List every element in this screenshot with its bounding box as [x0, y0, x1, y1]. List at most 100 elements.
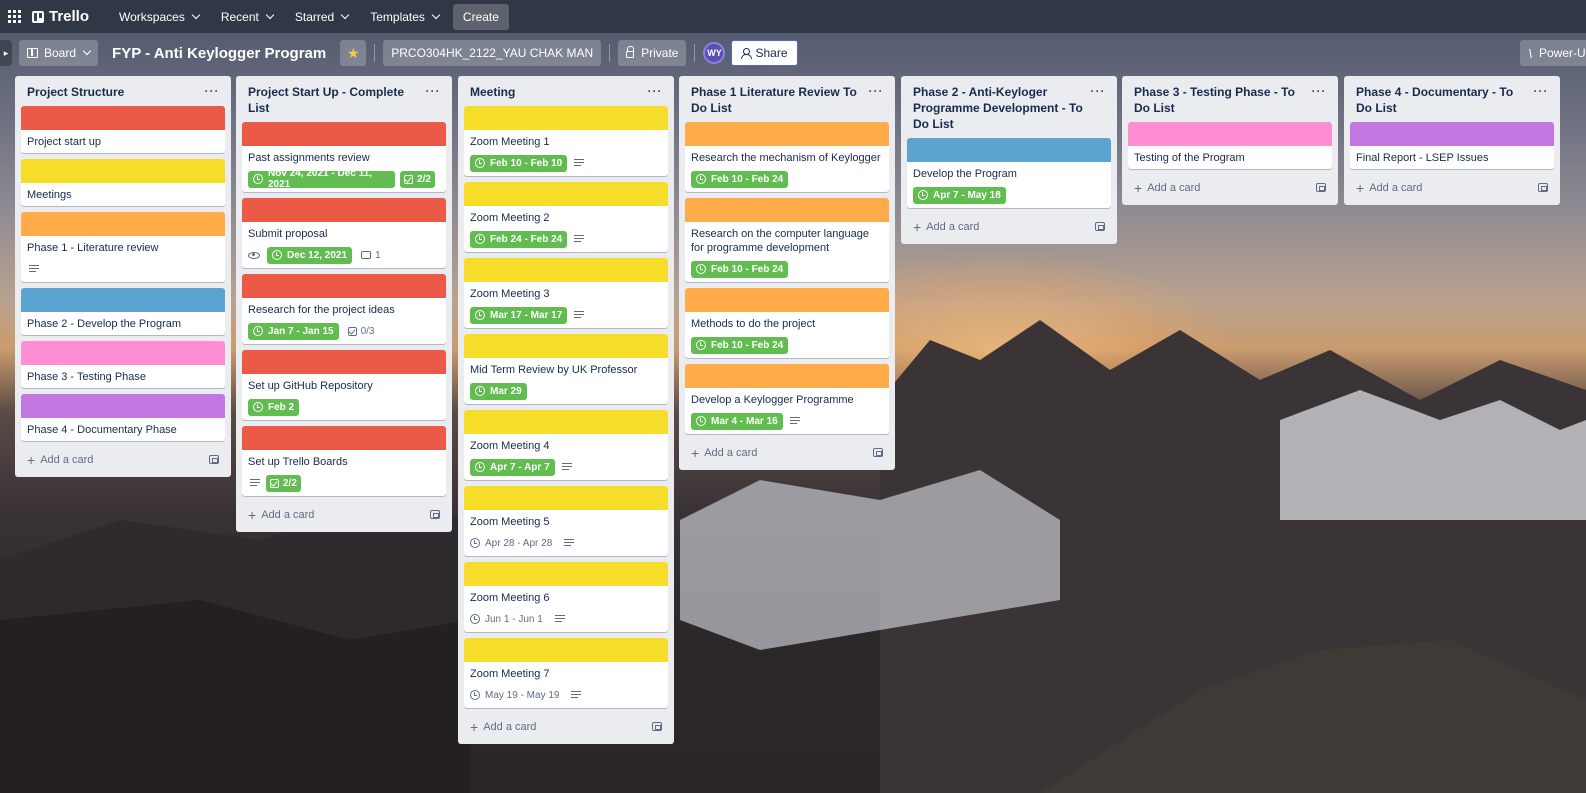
list-header[interactable]: Phase 2 - Anti-Keyloger Programme Develo… — [907, 76, 1111, 138]
starred-menu[interactable]: Starred — [287, 4, 356, 30]
list-menu-icon[interactable]: ··· — [1308, 82, 1330, 100]
card[interactable]: Research on the computer language for pr… — [685, 198, 889, 282]
card[interactable]: Meetings — [21, 159, 225, 206]
list-title[interactable]: Phase 3 - Testing Phase - To Do List — [1134, 84, 1306, 116]
sidebar-expand-button[interactable]: ▸ — [0, 40, 12, 66]
due-date-badge[interactable]: Feb 10 - Feb 24 — [691, 260, 789, 278]
card[interactable]: Zoom Meeting 1 Feb 10 - Feb 10 — [464, 106, 668, 176]
due-date-badge[interactable]: Jun 1 - Jun 1 — [470, 611, 548, 628]
share-button[interactable]: Share — [731, 40, 798, 66]
card-template-icon[interactable] — [1538, 183, 1548, 192]
card[interactable]: Zoom Meeting 5 Apr 28 - Apr 28 — [464, 486, 668, 556]
card[interactable]: Zoom Meeting 6 Jun 1 - Jun 1 — [464, 562, 668, 632]
add-card-button[interactable]: + Add a card — [464, 714, 668, 740]
list-menu-icon[interactable]: ··· — [201, 82, 223, 100]
due-date-badge[interactable]: Mar 17 - Mar 17 — [470, 306, 568, 324]
power-ups-button[interactable]: Power-Ups — [1520, 40, 1586, 66]
card[interactable]: Mid Term Review by UK Professor Mar 29 — [464, 334, 668, 404]
card-body: Develop the Program Apr 7 - May 18 — [907, 162, 1111, 208]
list-header[interactable]: Project Start Up - Complete List ··· — [242, 76, 446, 122]
due-date-badge[interactable]: Apr 7 - May 18 — [913, 186, 1006, 204]
star-board-button[interactable]: ★ — [340, 40, 367, 66]
card[interactable]: Zoom Meeting 3 Mar 17 - Mar 17 — [464, 258, 668, 328]
chevron-down-icon — [191, 10, 201, 19]
card-template-icon[interactable] — [873, 448, 883, 457]
list-title[interactable]: Phase 2 - Anti-Keyloger Programme Develo… — [913, 84, 1085, 132]
add-card-button[interactable]: + Add a card — [21, 447, 225, 473]
list-title[interactable]: Project Start Up - Complete List — [248, 84, 420, 116]
list-title[interactable]: Phase 1 Literature Review To Do List — [691, 84, 863, 116]
due-date-text: Feb 10 - Feb 24 — [711, 173, 784, 185]
card-template-icon[interactable] — [1095, 222, 1105, 231]
visibility-button[interactable]: Private — [618, 40, 687, 66]
workspaces-menu[interactable]: Workspaces — [111, 4, 207, 30]
card[interactable]: Zoom Meeting 2 Feb 24 - Feb 24 — [464, 182, 668, 252]
list-header[interactable]: Phase 4 - Documentary - To Do List ··· — [1350, 76, 1554, 122]
card[interactable]: Final Report - LSEP Issues — [1350, 122, 1554, 169]
due-date-badge[interactable]: Apr 28 - Apr 28 — [470, 535, 557, 552]
card[interactable]: Past assignments review Nov 24, 2021 - De… — [242, 122, 446, 192]
card-template-icon[interactable] — [430, 510, 440, 519]
due-date-badge[interactable]: Nov 24, 2021 - Dec 11, 2021 — [248, 168, 396, 190]
card[interactable]: Research the mechanism of Keylogger Feb 1… — [685, 122, 889, 192]
list-menu-icon[interactable]: ··· — [644, 82, 666, 100]
card[interactable]: Methods to do the project Feb 10 - Feb 24 — [685, 288, 889, 358]
due-date-badge[interactable]: Dec 12, 2021 — [267, 246, 353, 264]
card[interactable]: Submit proposal Dec 12, 2021 1 — [242, 198, 446, 268]
due-date-badge[interactable]: May 19 - May 19 — [470, 687, 564, 704]
app-switcher-icon[interactable] — [6, 9, 22, 25]
card-template-icon[interactable] — [1316, 183, 1326, 192]
add-card-button[interactable]: + Add a card — [242, 502, 446, 528]
due-date-badge[interactable]: Mar 29 — [470, 382, 527, 400]
due-date-badge[interactable]: Mar 4 - Mar 16 — [691, 412, 783, 430]
list-menu-icon[interactable]: ··· — [865, 82, 887, 100]
card[interactable]: Set up Trello Boards 2/2 — [242, 426, 446, 496]
list-menu-icon[interactable]: ··· — [1530, 82, 1552, 100]
card[interactable]: Develop the Program Apr 7 - May 18 — [907, 138, 1111, 208]
workspace-button[interactable]: PRCO304HK_2122_YAU CHAK MAN — [383, 40, 602, 66]
list-header[interactable]: Meeting ··· — [464, 76, 668, 106]
card[interactable]: Research for the project ideas Jan 7 - Ja… — [242, 274, 446, 344]
card-template-icon[interactable] — [652, 722, 662, 731]
list-header[interactable]: Phase 1 Literature Review To Do List ··· — [685, 76, 889, 122]
add-card-button[interactable]: + Add a card — [1128, 175, 1332, 201]
add-card-button[interactable]: + Add a card — [685, 440, 889, 466]
card[interactable]: Phase 4 - Documentary Phase — [21, 394, 225, 441]
trello-logo[interactable]: Trello — [32, 8, 89, 25]
card[interactable]: Project start up — [21, 106, 225, 153]
list-menu-icon[interactable]: ··· — [1087, 82, 1109, 100]
recent-menu[interactable]: Recent — [213, 4, 281, 30]
checklist-icon — [404, 174, 414, 184]
card[interactable]: Zoom Meeting 7 May 19 - May 19 — [464, 638, 668, 708]
member-avatar[interactable]: WY — [703, 42, 726, 64]
due-date-badge[interactable]: Apr 7 - Apr 7 — [470, 458, 555, 476]
card[interactable]: Testing of the Program — [1128, 122, 1332, 169]
due-date-badge[interactable]: Feb 10 - Feb 24 — [691, 170, 789, 188]
card-title: Testing of the Program — [1134, 152, 1245, 164]
card[interactable]: Develop a Keylogger Programme Mar 4 - Mar… — [685, 364, 889, 434]
due-date-badge[interactable]: Jan 7 - Jan 15 — [248, 322, 339, 340]
card[interactable]: Phase 3 - Testing Phase — [21, 341, 225, 388]
due-date-badge[interactable]: Feb 2 — [248, 398, 300, 416]
create-button[interactable]: Create — [452, 3, 509, 30]
add-card-button[interactable]: + Add a card — [1350, 175, 1554, 201]
card[interactable]: Phase 1 - Literature review — [21, 212, 225, 282]
card-template-icon[interactable] — [209, 455, 219, 464]
due-date-badge[interactable]: Feb 24 - Feb 24 — [470, 230, 568, 248]
card[interactable]: Set up GitHub Repository Feb 2 — [242, 350, 446, 420]
list-title[interactable]: Phase 4 - Documentary - To Do List — [1356, 84, 1528, 116]
card[interactable]: Phase 2 - Develop the Program — [21, 288, 225, 335]
add-card-button[interactable]: + Add a card — [907, 214, 1111, 240]
list-menu-icon[interactable]: ··· — [422, 82, 444, 100]
list-title[interactable]: Project Structure — [27, 84, 199, 100]
board-title[interactable]: FYP - Anti Keylogger Program — [106, 45, 332, 62]
list-title[interactable]: Meeting — [470, 84, 642, 100]
card[interactable]: Zoom Meeting 4 Apr 7 - Apr 7 — [464, 410, 668, 480]
templates-menu[interactable]: Templates — [362, 4, 447, 30]
list-header[interactable]: Project Structure ··· — [21, 76, 225, 106]
chevron-down-icon — [340, 10, 350, 19]
due-date-badge[interactable]: Feb 10 - Feb 10 — [470, 154, 568, 172]
board-view-switcher[interactable]: Board — [19, 40, 99, 66]
due-date-badge[interactable]: Feb 10 - Feb 24 — [691, 336, 789, 354]
list-header[interactable]: Phase 3 - Testing Phase - To Do List ··· — [1128, 76, 1332, 122]
